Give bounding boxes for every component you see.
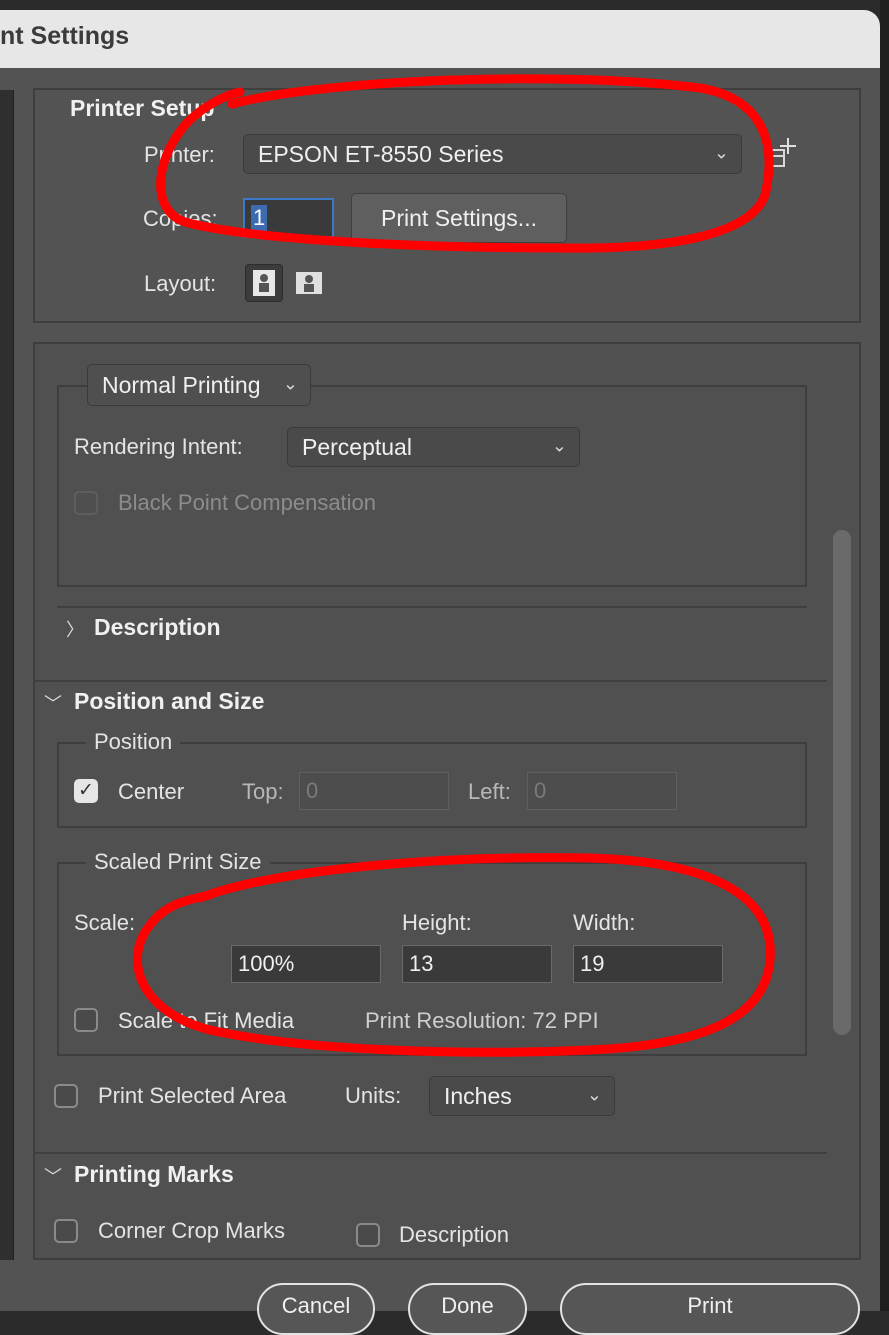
annotation-circle-size xyxy=(132,853,775,1057)
annotation-overlay xyxy=(132,74,775,1057)
annotation-circle-printer xyxy=(156,74,774,253)
